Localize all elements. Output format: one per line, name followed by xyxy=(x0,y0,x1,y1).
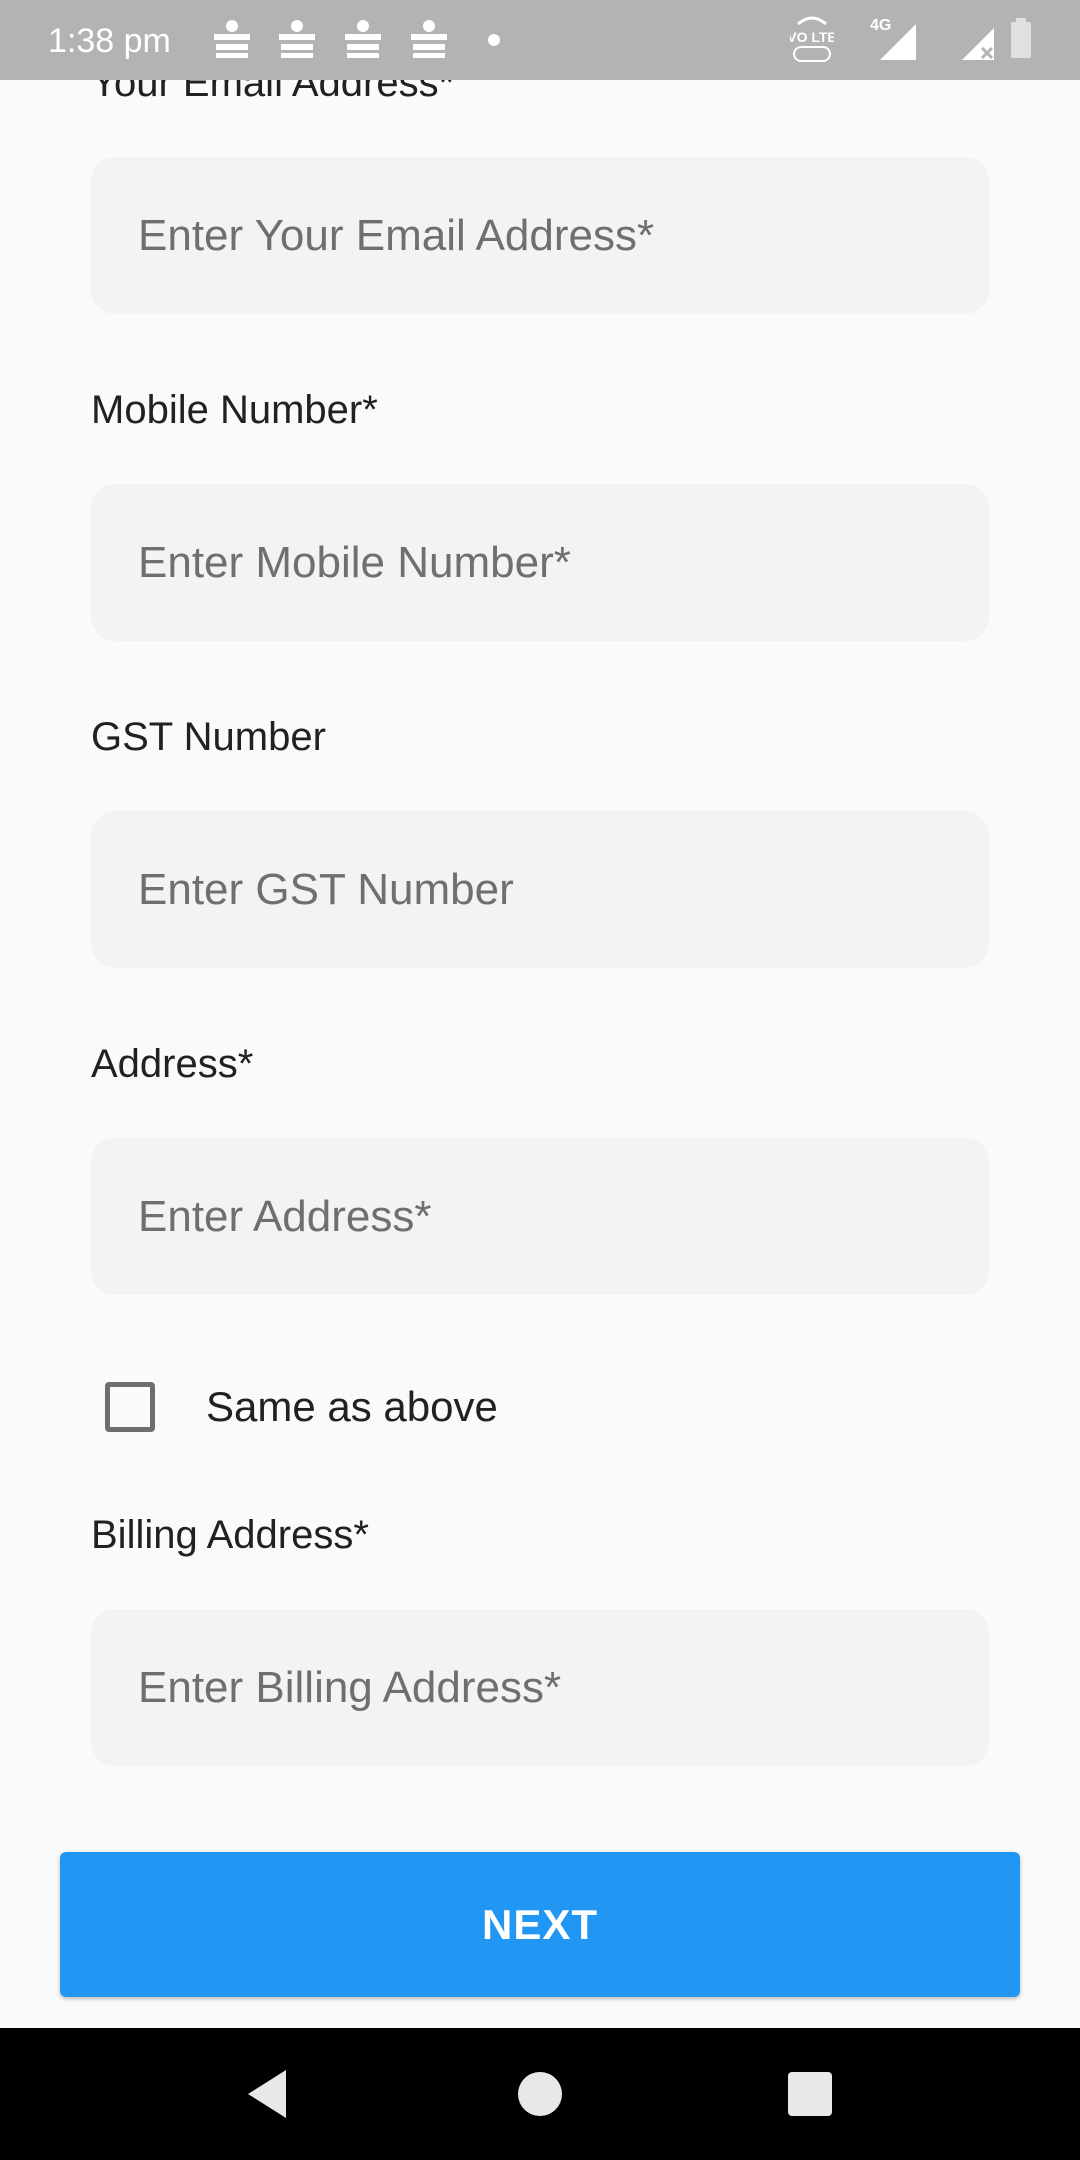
gst-input[interactable] xyxy=(136,863,989,916)
dainik-bhaskar-icon xyxy=(341,18,385,62)
network-type-text: 4G xyxy=(870,17,891,34)
address-input[interactable] xyxy=(136,1190,989,1243)
volte-text: VO LTE xyxy=(790,29,834,45)
dainik-bhaskar-icon xyxy=(210,18,254,62)
same-as-above-checkbox[interactable] xyxy=(105,1382,155,1432)
volte-icon: VO LTE xyxy=(787,14,837,69)
status-time: 1:38 pm xyxy=(48,22,171,60)
mobile-label: Mobile Number* xyxy=(91,388,378,432)
billing-address-input[interactable] xyxy=(136,1661,989,1714)
battery-icon xyxy=(1008,14,1034,69)
signal-4g-icon: 4G xyxy=(866,14,920,69)
email-input[interactable] xyxy=(136,209,989,262)
signal-no-service-icon xyxy=(958,14,998,69)
dainik-bhaskar-icon xyxy=(407,18,451,62)
address-label: Address* xyxy=(91,1042,254,1086)
recents-icon[interactable] xyxy=(780,2064,840,2124)
billing-address-label: Billing Address* xyxy=(91,1513,369,1557)
mobile-field-container[interactable] xyxy=(91,484,989,641)
more-notifications-dot-icon xyxy=(488,34,500,46)
next-button[interactable]: NEXT xyxy=(60,1852,1020,1997)
dainik-bhaskar-icon xyxy=(275,18,319,62)
address-field-container[interactable] xyxy=(91,1138,989,1295)
back-icon[interactable] xyxy=(238,2064,298,2124)
same-as-above-label[interactable]: Same as above xyxy=(206,1383,498,1431)
navigation-bar xyxy=(0,2028,1080,2160)
same-as-above-row[interactable]: Same as above xyxy=(91,1371,498,1443)
home-icon[interactable] xyxy=(510,2064,570,2124)
email-field-container[interactable] xyxy=(91,157,989,314)
gst-label: GST Number xyxy=(91,715,326,759)
mobile-input[interactable] xyxy=(136,536,989,589)
gst-field-container[interactable] xyxy=(91,811,989,968)
status-bar: 1:38 pm VO LTE 4G xyxy=(0,0,1080,80)
billing-field-container[interactable] xyxy=(91,1609,989,1766)
